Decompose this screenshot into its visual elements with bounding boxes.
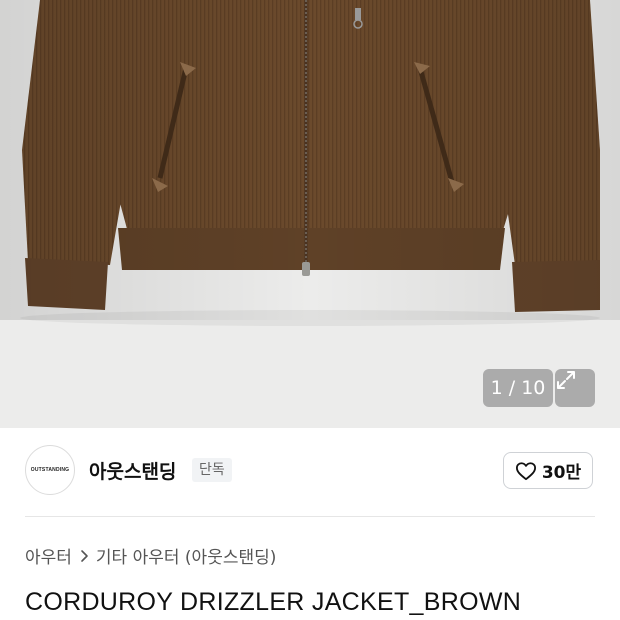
breadcrumb-item-other-outer[interactable]: 기타 아우터 (아웃스탠딩) — [96, 543, 276, 568]
brand-row: OUTSTANDING 아웃스탠딩 단독 30만 — [0, 428, 620, 516]
brand-logo[interactable]: OUTSTANDING — [25, 445, 75, 495]
expand-icon — [557, 371, 575, 389]
product-title: CORDUROY DRIZZLER JACKET_BROWN — [25, 588, 522, 616]
expand-button[interactable] — [555, 369, 595, 407]
like-button[interactable]: 30만 — [503, 452, 593, 489]
divider — [25, 516, 595, 517]
breadcrumb: 아우터 기타 아우터 (아웃스탠딩) — [25, 543, 276, 568]
corduroy-jacket-photo — [0, 0, 620, 326]
exclusive-badge: 단독 — [192, 458, 232, 482]
product-image-gallery[interactable]: 1 / 10 — [0, 0, 620, 428]
breadcrumb-item-outer[interactable]: 아우터 — [25, 543, 72, 568]
heart-icon — [515, 461, 536, 480]
image-counter: 1 / 10 — [483, 369, 553, 407]
like-count: 30만 — [541, 463, 582, 483]
brand-name[interactable]: 아웃스탠딩 — [89, 457, 176, 484]
chevron-right-icon — [81, 549, 88, 562]
brand-logo-text: OUTSTANDING — [30, 467, 70, 473]
